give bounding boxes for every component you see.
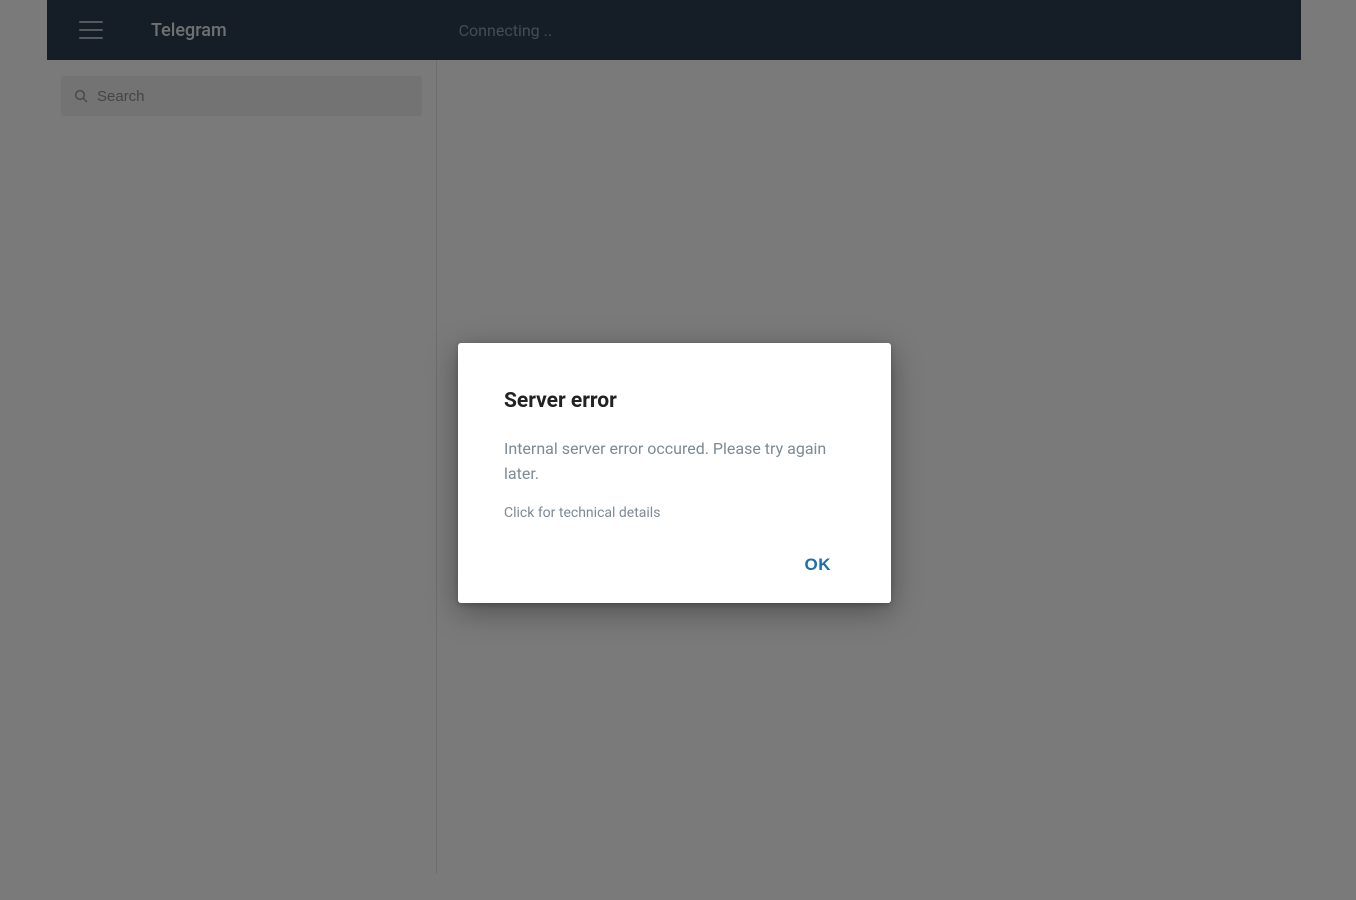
technical-details-link[interactable]: Click for technical details [504,505,845,521]
outer-frame: Telegram Connecting .. Server error Inte… [0,0,1356,900]
dialog-actions: OK [504,547,845,583]
dialog-message: Internal server error occured. Please tr… [504,437,845,487]
ok-button[interactable]: OK [791,547,846,583]
error-dialog: Server error Internal server error occur… [458,343,891,603]
dialog-title: Server error [504,389,845,413]
